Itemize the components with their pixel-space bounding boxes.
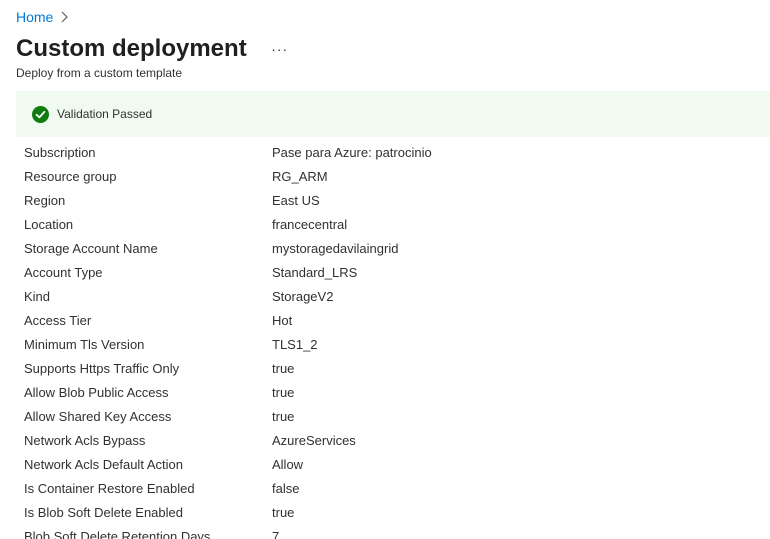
detail-value: francecentral [272, 216, 348, 232]
title-row: Custom deployment ··· [16, 33, 289, 65]
detail-value: false [272, 480, 300, 496]
detail-row: Allow Blob Public Access true [24, 380, 770, 404]
detail-label: Region [24, 192, 66, 208]
custom-deployment-page: Home Custom deployment ··· Deploy from a… [0, 0, 770, 539]
detail-label: Account Type [24, 264, 103, 280]
detail-label: Subscription [24, 144, 96, 160]
detail-label: Blob Soft Delete Retention Days [24, 528, 211, 539]
detail-row: Subscription Pase para Azure: patrocinio [24, 140, 770, 164]
detail-value: Pase para Azure: patrocinio [272, 144, 432, 160]
detail-label: Is Blob Soft Delete Enabled [24, 504, 183, 520]
detail-label: Location [24, 216, 74, 232]
detail-value: RG_ARM [272, 168, 328, 184]
detail-label: Network Acls Bypass [24, 432, 146, 448]
detail-value: Standard_LRS [272, 264, 358, 280]
detail-row: Supports Https Traffic Only true [24, 356, 770, 380]
detail-row: Region East US [24, 188, 770, 212]
detail-value: true [272, 360, 295, 376]
validation-message: Validation Passed [57, 107, 153, 121]
page-subtitle: Deploy from a custom template [16, 66, 183, 80]
detail-value: AzureServices [272, 432, 356, 448]
detail-row: Account Type Standard_LRS [24, 260, 770, 284]
detail-row: Is Container Restore Enabled false [24, 476, 770, 500]
detail-row: Storage Account Name mystoragedavilaingri… [24, 236, 770, 260]
more-options-button[interactable]: ··· [271, 37, 289, 61]
detail-value: East US [272, 192, 320, 208]
detail-row: Resource group RG_ARM [24, 164, 770, 188]
detail-label: Network Acls Default Action [24, 456, 183, 472]
detail-label: Resource group [24, 168, 117, 184]
detail-label: Access Tier [24, 312, 92, 328]
detail-row: Minimum Tls Version TLS1_2 [24, 332, 770, 356]
detail-row: Allow Shared Key Access true [24, 404, 770, 428]
detail-value: mystoragedavilaingrid [272, 240, 399, 256]
detail-row: Network Acls Default Action Allow [24, 452, 770, 476]
detail-row: Access Tier Hot [24, 308, 770, 332]
detail-value: 7 [272, 528, 280, 539]
detail-value: Allow [272, 456, 304, 472]
detail-value: true [272, 408, 295, 424]
detail-row: Location francecentral [24, 212, 770, 236]
detail-label: Minimum Tls Version [24, 336, 145, 352]
validation-banner: Validation Passed [16, 91, 770, 137]
breadcrumb: Home [16, 8, 71, 26]
detail-value: true [272, 384, 295, 400]
detail-value: true [272, 504, 295, 520]
detail-label: Allow Blob Public Access [24, 384, 169, 400]
detail-value: StorageV2 [272, 288, 334, 304]
detail-row: Is Blob Soft Delete Enabled true [24, 500, 770, 524]
detail-label: Storage Account Name [24, 240, 158, 256]
page-title: Custom deployment [16, 35, 247, 62]
detail-row: Blob Soft Delete Retention Days 7 [24, 524, 770, 539]
detail-value: TLS1_2 [272, 336, 318, 352]
detail-label: Kind [24, 288, 51, 304]
chevron-right-icon [61, 11, 71, 23]
detail-row: Kind StorageV2 [24, 284, 770, 308]
deployment-details: Subscription Pase para Azure: patrocinio R… [24, 140, 770, 539]
detail-row: Network Acls Bypass AzureServices [24, 428, 770, 452]
breadcrumb-home-link[interactable]: Home [16, 9, 53, 25]
detail-label: Is Container Restore Enabled [24, 480, 195, 496]
ellipsis-icon: ··· [271, 41, 289, 57]
detail-label: Supports Https Traffic Only [24, 360, 180, 376]
detail-label: Allow Shared Key Access [24, 408, 172, 424]
detail-value: Hot [272, 312, 293, 328]
success-check-icon [32, 105, 49, 123]
